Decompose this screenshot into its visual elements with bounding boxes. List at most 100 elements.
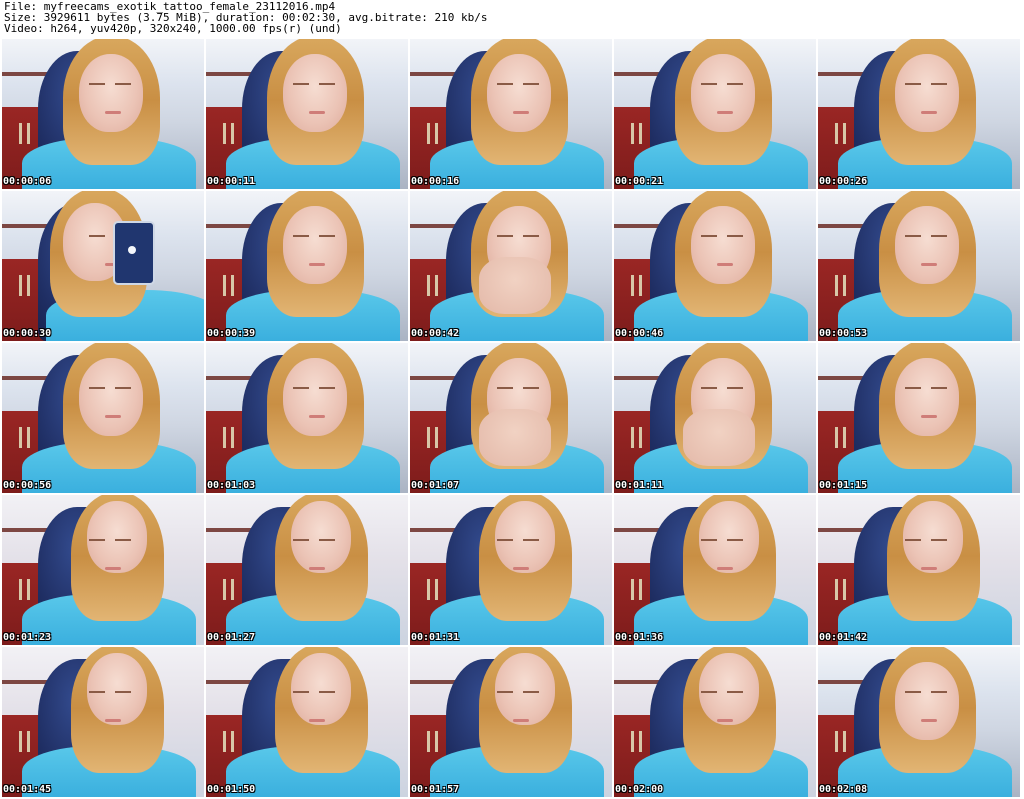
video-info-line: Video: h264, yuv420p, 320x240, 1000.00 f… xyxy=(4,22,342,35)
mouth-decoration xyxy=(309,111,326,114)
face-decoration xyxy=(894,54,960,132)
eyebrow-decoration xyxy=(904,386,922,389)
video-thumbnail[interactable]: 00:01:45 xyxy=(2,647,204,797)
face-decoration xyxy=(894,206,960,284)
video-thumbnail[interactable]: 00:01:57 xyxy=(410,647,612,797)
video-thumbnail[interactable]: 00:01:07 xyxy=(410,343,612,493)
mouth-decoration xyxy=(309,415,326,418)
mouth-decoration xyxy=(105,719,122,722)
thumbnail-timestamp: 00:00:21 xyxy=(615,176,664,187)
video-thumbnail[interactable]: 00:01:23 xyxy=(2,495,204,645)
hands-decoration xyxy=(478,409,552,466)
mouth-decoration xyxy=(513,719,530,722)
face-decoration xyxy=(690,54,756,132)
thumbnail-timestamp: 00:00:11 xyxy=(207,176,256,187)
contact-sheet-page: File: myfreecams_exotik_tattoo_female_23… xyxy=(0,0,1024,799)
mouth-decoration xyxy=(309,719,326,722)
eyebrow-decoration xyxy=(88,234,106,237)
media-info-header: File: myfreecams_exotik_tattoo_female_23… xyxy=(4,1,1020,34)
video-thumbnail[interactable]: 00:00:56 xyxy=(2,343,204,493)
mouth-decoration xyxy=(513,567,530,570)
mouth-decoration xyxy=(717,567,734,570)
thumbnail-timestamp: 00:01:42 xyxy=(819,632,868,643)
mouth-decoration xyxy=(921,263,938,266)
video-thumbnail[interactable]: 00:00:11 xyxy=(206,39,408,189)
thumbnail-timestamp: 00:01:27 xyxy=(207,632,256,643)
video-thumbnail[interactable]: 00:01:36 xyxy=(614,495,816,645)
face-decoration xyxy=(698,653,760,725)
mouth-decoration xyxy=(717,111,734,114)
eyebrow-decoration xyxy=(292,538,310,541)
eyebrow-decoration xyxy=(292,82,310,85)
eyebrow-decoration xyxy=(700,82,718,85)
thumbnail-timestamp: 00:01:15 xyxy=(819,480,868,491)
eyebrow-decoration xyxy=(904,234,922,237)
video-thumbnail[interactable]: 00:01:11 xyxy=(614,343,816,493)
eyebrow-decoration xyxy=(700,690,718,693)
video-thumbnail[interactable]: 00:01:31 xyxy=(410,495,612,645)
eyebrow-decoration xyxy=(496,234,514,237)
thumbnail-grid: 00:00:06 00:00:11 00:00:16 00:00:21 00:0… xyxy=(2,39,1022,797)
face-decoration xyxy=(290,653,352,725)
thumbnail-timestamp: 00:00:46 xyxy=(615,328,664,339)
mouth-decoration xyxy=(921,415,938,418)
face-decoration xyxy=(698,501,760,573)
video-thumbnail[interactable]: 00:01:15 xyxy=(818,343,1020,493)
video-thumbnail[interactable]: 00:01:42 xyxy=(818,495,1020,645)
eyebrow-decoration xyxy=(88,690,106,693)
thumbnail-timestamp: 00:00:39 xyxy=(207,328,256,339)
thumbnail-timestamp: 00:01:31 xyxy=(411,632,460,643)
video-thumbnail[interactable]: 00:00:53 xyxy=(818,191,1020,341)
video-thumbnail[interactable]: 00:01:50 xyxy=(206,647,408,797)
thumbnail-timestamp: 00:00:42 xyxy=(411,328,460,339)
mouth-decoration xyxy=(717,719,734,722)
eyebrow-decoration xyxy=(700,234,718,237)
mouth-decoration xyxy=(105,567,122,570)
face-decoration xyxy=(282,206,348,284)
eyebrow-decoration xyxy=(292,386,310,389)
video-thumbnail[interactable]: 00:00:42 xyxy=(410,191,612,341)
mouth-decoration xyxy=(921,719,938,722)
face-decoration xyxy=(282,358,348,436)
thumbnail-timestamp: 00:00:16 xyxy=(411,176,460,187)
hands-decoration xyxy=(478,257,552,314)
eyebrow-decoration xyxy=(496,690,514,693)
video-thumbnail[interactable]: 00:00:46 xyxy=(614,191,816,341)
mouth-decoration xyxy=(921,567,938,570)
thumbnail-timestamp: 00:00:56 xyxy=(3,480,52,491)
video-thumbnail[interactable]: 00:02:00 xyxy=(614,647,816,797)
video-thumbnail[interactable]: 00:00:39 xyxy=(206,191,408,341)
thumbnail-timestamp: 00:02:00 xyxy=(615,784,664,795)
video-thumbnail[interactable]: 00:01:03 xyxy=(206,343,408,493)
video-thumbnail[interactable]: 00:00:06 xyxy=(2,39,204,189)
video-thumbnail[interactable]: 00:00:21 xyxy=(614,39,816,189)
face-decoration xyxy=(282,54,348,132)
face-decoration xyxy=(690,206,756,284)
video-thumbnail[interactable]: 00:00:30 xyxy=(2,191,204,341)
hands-decoration xyxy=(682,409,756,466)
thumbnail-timestamp: 00:01:11 xyxy=(615,480,664,491)
eyebrow-decoration xyxy=(496,386,514,389)
eyebrow-decoration xyxy=(88,82,106,85)
thumbnail-timestamp: 00:01:50 xyxy=(207,784,256,795)
eyebrow-decoration xyxy=(88,386,106,389)
eyebrow-decoration xyxy=(292,690,310,693)
video-thumbnail[interactable]: 00:02:08 xyxy=(818,647,1020,797)
eyebrow-decoration xyxy=(496,538,514,541)
thumbnail-timestamp: 00:02:08 xyxy=(819,784,868,795)
mouth-decoration xyxy=(513,111,530,114)
thumbnail-timestamp: 00:00:06 xyxy=(3,176,52,187)
mouth-decoration xyxy=(309,263,326,266)
eyebrow-decoration xyxy=(700,538,718,541)
thumbnail-timestamp: 00:00:53 xyxy=(819,328,868,339)
thumbnail-timestamp: 00:01:23 xyxy=(3,632,52,643)
eyebrow-decoration xyxy=(904,690,922,693)
video-thumbnail[interactable]: 00:00:26 xyxy=(818,39,1020,189)
video-thumbnail[interactable]: 00:01:27 xyxy=(206,495,408,645)
eyebrow-decoration xyxy=(700,386,718,389)
face-decoration xyxy=(486,54,552,132)
phone-icon xyxy=(113,221,156,285)
face-decoration xyxy=(494,501,556,573)
video-thumbnail[interactable]: 00:00:16 xyxy=(410,39,612,189)
eyebrow-decoration xyxy=(496,82,514,85)
